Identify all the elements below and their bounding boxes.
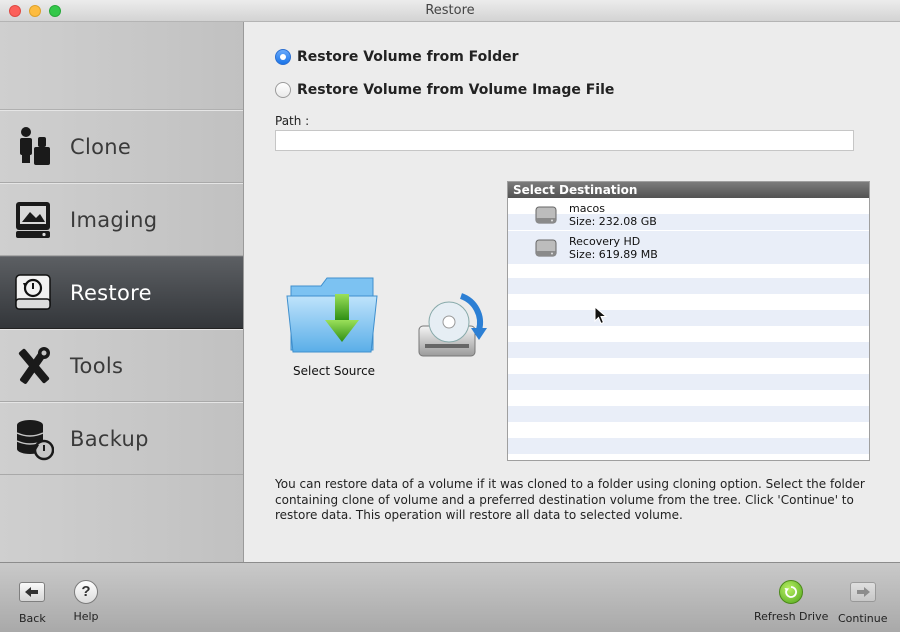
bottom-toolbar: Back ? Help Refresh Drive Continue [0, 562, 900, 632]
help-icon: ? [74, 580, 98, 604]
back-arrow-icon [19, 582, 46, 602]
sidebar-item-backup[interactable]: Backup [0, 402, 243, 475]
refresh-icon [779, 580, 804, 604]
tools-icon [14, 344, 54, 388]
destination-list: macos Size: 232.08 GB Recovery HD Size: … [508, 198, 869, 460]
back-label: Back [19, 612, 46, 625]
restore-from-image-radio[interactable] [275, 82, 291, 98]
sidebar: Clone Imaging Restore Tools Backup [0, 22, 244, 562]
restore-from-folder-option[interactable]: Restore Volume from Folder [275, 49, 519, 65]
restore-icon [14, 271, 54, 315]
restore-from-image-label: Restore Volume from Volume Image File [297, 82, 615, 98]
restore-from-folder-radio[interactable] [275, 49, 291, 65]
destination-panel: Select Destination macos Size: 232.08 GB [507, 181, 870, 461]
restore-from-folder-label: Restore Volume from Folder [297, 49, 519, 65]
help-label: Help [73, 610, 99, 623]
restore-drive-icon [413, 286, 495, 368]
help-button[interactable]: ? Help [73, 579, 99, 623]
volume-name: macos [569, 202, 605, 215]
path-label: Path : [275, 114, 310, 128]
sidebar-item-label: Tools [70, 354, 124, 378]
backup-icon [14, 417, 55, 461]
forward-arrow-icon [849, 582, 876, 602]
sidebar-item-label: Clone [70, 135, 132, 159]
folder-download-icon [286, 277, 378, 353]
volume-name: Recovery HD [569, 235, 641, 248]
select-source-label: Select Source [293, 364, 376, 378]
title-bar: Restore [0, 0, 900, 22]
description-text: You can restore data of a volume if it w… [275, 477, 865, 522]
volume-size: Size: 232.08 GB [569, 215, 657, 228]
drive-icon [534, 203, 558, 227]
path-field[interactable] [275, 130, 854, 151]
restore-from-image-option[interactable]: Restore Volume from Volume Image File [275, 82, 614, 98]
restore-window: Restore Clone Imaging Restore Tools Back… [0, 0, 900, 632]
drive-icon [534, 236, 558, 260]
window-title: Restore [425, 3, 475, 18]
continue-button[interactable]: Continue [838, 579, 887, 625]
mouse-cursor-icon [594, 305, 608, 326]
sidebar-item-label: Imaging [70, 208, 158, 232]
minimize-window-button[interactable] [29, 5, 41, 17]
sidebar-item-restore[interactable]: Restore [0, 256, 243, 329]
sidebar-item-label: Restore [70, 281, 152, 305]
sidebar-item-clone[interactable]: Clone [0, 110, 243, 183]
destination-header: Select Destination [508, 182, 869, 198]
list-item[interactable]: Recovery HD Size: 619.89 MB [508, 231, 869, 264]
volume-size: Size: 619.89 MB [569, 248, 658, 261]
sidebar-item-imaging[interactable]: Imaging [0, 183, 243, 256]
sidebar-header [0, 22, 243, 110]
list-item[interactable]: macos Size: 232.08 GB [508, 198, 869, 231]
sidebar-item-tools[interactable]: Tools [0, 329, 243, 402]
back-button[interactable]: Back [19, 579, 46, 625]
refresh-drive-label: Refresh Drive [754, 610, 829, 623]
continue-label: Continue [838, 612, 888, 625]
main-panel: Restore Volume from Folder Restore Volum… [245, 22, 900, 562]
sidebar-item-label: Backup [70, 427, 149, 451]
close-window-button[interactable] [9, 5, 21, 17]
maximize-window-button[interactable] [49, 5, 61, 17]
clone-icon [14, 125, 54, 169]
refresh-drive-button[interactable]: Refresh Drive [754, 579, 828, 623]
imaging-icon [14, 198, 54, 242]
